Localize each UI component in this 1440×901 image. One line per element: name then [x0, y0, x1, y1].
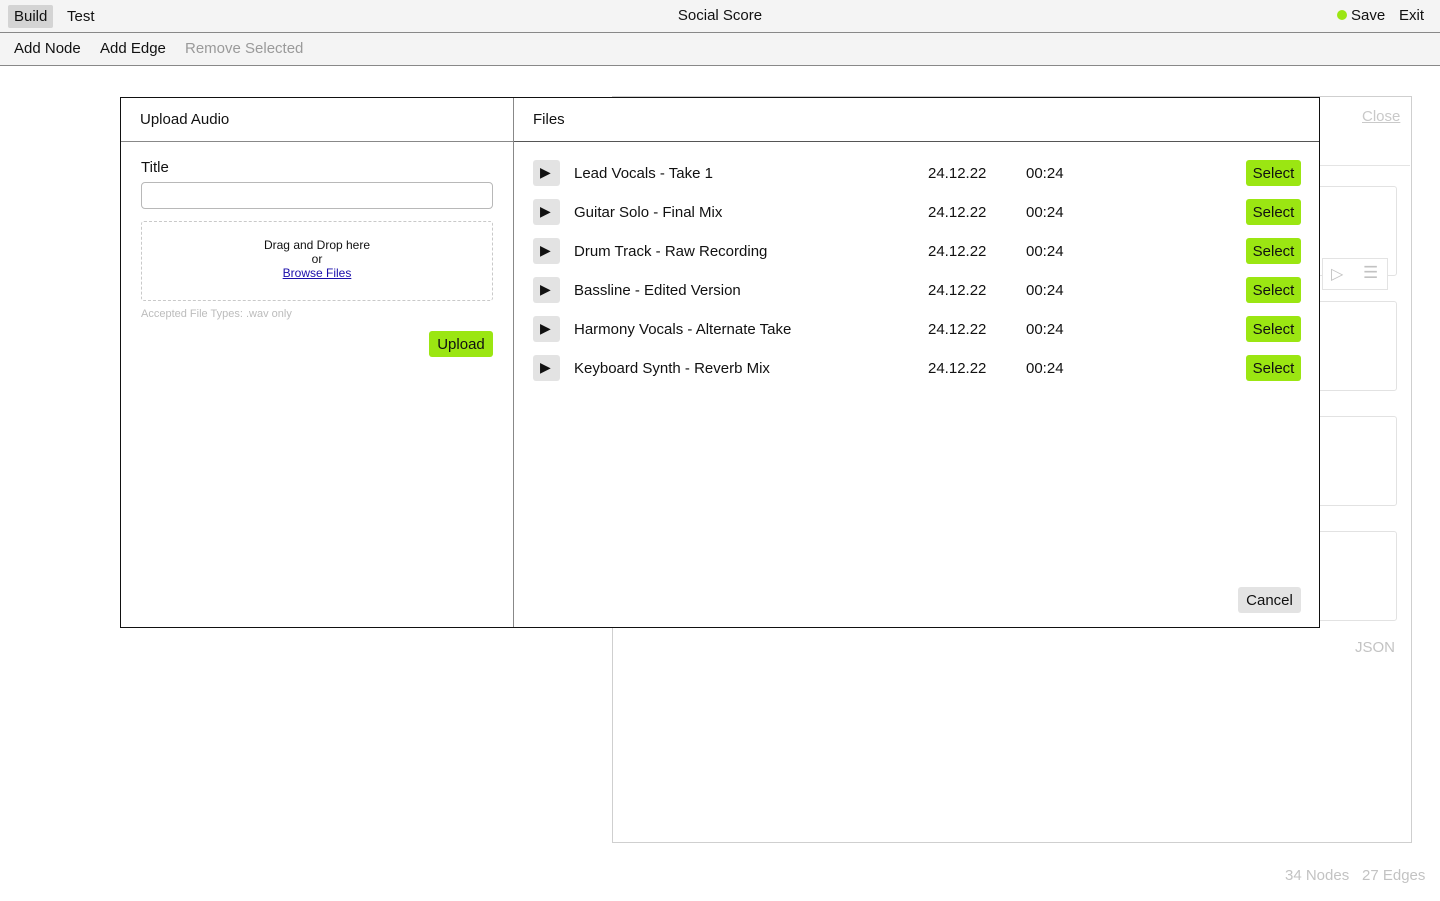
file-name: Keyboard Synth - Reverb Mix: [574, 360, 770, 377]
file-name: Lead Vocals - Take 1: [574, 165, 713, 182]
file-duration: 00:24: [1026, 321, 1064, 338]
file-duration: 00:24: [1026, 165, 1064, 182]
file-date: 24.12.22: [928, 165, 987, 182]
play-button[interactable]: ▶: [533, 160, 560, 186]
file-row: ▶ Guitar Solo - Final Mix 24.12.22 00:24 Sel…: [533, 199, 1301, 225]
node-count: 34 Nodes: [1285, 867, 1350, 884]
play-icon: ▶: [540, 320, 551, 336]
file-row: ▶ Drum Track - Raw Recording 24.12.22 00:24…: [533, 238, 1301, 264]
play-icon: ▶: [540, 242, 551, 258]
file-date: 24.12.22: [928, 243, 987, 260]
play-button[interactable]: ▶: [533, 199, 560, 225]
play-icon: ▶: [540, 203, 551, 219]
play-icon: ▶: [540, 359, 551, 375]
file-row: ▶ Harmony Vocals - Alternate Take 24.12.22…: [533, 316, 1301, 342]
drop-zone-text: Drag and Drop here: [263, 238, 371, 252]
upload-audio-heading: Upload Audio: [121, 98, 513, 142]
select-button[interactable]: Select: [1246, 199, 1301, 225]
file-duration: 00:24: [1026, 204, 1064, 221]
save-label: Save: [1351, 7, 1386, 24]
files-section: Files ▶ Lead Vocals - Take 1 24.12.22 00:24…: [514, 98, 1319, 627]
file-date: 24.12.22: [928, 282, 987, 299]
cancel-button[interactable]: Cancel: [1238, 587, 1301, 613]
play-button[interactable]: ▶: [533, 277, 560, 303]
menu-icon[interactable]: ☰: [1363, 263, 1378, 283]
json-link[interactable]: JSON: [1355, 639, 1395, 656]
select-button[interactable]: Select: [1246, 316, 1301, 342]
files-heading: Files: [514, 98, 1319, 142]
file-name: Bassline - Edited Version: [574, 282, 741, 299]
play-button[interactable]: ▶: [533, 316, 560, 342]
select-button[interactable]: Select: [1246, 160, 1301, 186]
play-icon: ▶: [540, 281, 551, 297]
remove-selected-button[interactable]: Remove Selected: [185, 40, 303, 57]
file-name: Drum Track - Raw Recording: [574, 243, 768, 260]
play-icon: ▶: [540, 164, 551, 180]
file-date: 24.12.22: [928, 321, 987, 338]
select-button[interactable]: Select: [1246, 277, 1301, 303]
file-date: 24.12.22: [928, 204, 987, 221]
drop-zone[interactable]: Drag and Drop here or Browse Files: [141, 221, 493, 301]
file-row: ▶ Lead Vocals - Take 1 24.12.22 00:24 Select: [533, 160, 1301, 186]
add-node-button[interactable]: Add Node: [14, 40, 81, 57]
select-button[interactable]: Select: [1246, 238, 1301, 264]
file-row: ▶ Bassline - Edited Version 24.12.22 00:24 S…: [533, 277, 1301, 303]
file-duration: 00:24: [1026, 282, 1064, 299]
play-button[interactable]: ▶: [533, 238, 560, 264]
drop-zone-or: or: [311, 252, 323, 266]
app-title: Social Score: [677, 7, 763, 24]
upload-button[interactable]: Upload: [429, 331, 493, 357]
play-button[interactable]: ▶: [533, 355, 560, 381]
top-bar: Build Test Social Score Save Exit: [0, 0, 1440, 33]
browse-files-link[interactable]: Browse Files: [283, 266, 352, 280]
panel-divider: [1320, 165, 1410, 166]
file-name: Guitar Solo - Final Mix: [574, 204, 723, 221]
edge-count: 27 Edges: [1362, 867, 1426, 884]
save-button[interactable]: Save: [1337, 7, 1385, 24]
status-dot-icon: [1337, 10, 1347, 20]
audio-modal: Upload Audio Title Drag and Drop here or…: [120, 97, 1320, 628]
play-outline-icon[interactable]: ▷: [1331, 264, 1343, 284]
title-label: Title: [141, 159, 169, 176]
file-date: 24.12.22: [928, 360, 987, 377]
upload-audio-section: Upload Audio Title Drag and Drop here or…: [121, 98, 514, 627]
panel-close-link[interactable]: Close: [1362, 108, 1400, 125]
file-row: ▶ Keyboard Synth - Reverb Mix 24.12.22 00:2…: [533, 355, 1301, 381]
title-input[interactable]: [141, 182, 493, 209]
add-edge-button[interactable]: Add Edge: [100, 40, 166, 57]
file-duration: 00:24: [1026, 243, 1064, 260]
file-name: Harmony Vocals - Alternate Take: [574, 321, 792, 338]
panel-card-controls: ▷ ☰: [1322, 258, 1388, 290]
accepted-types-hint: Accepted File Types: .wav only: [141, 308, 292, 320]
editor-toolbar: Add Node Add Edge Remove Selected: [0, 33, 1440, 66]
exit-button[interactable]: Exit: [1399, 7, 1424, 24]
file-duration: 00:24: [1026, 360, 1064, 377]
select-button[interactable]: Select: [1246, 355, 1301, 381]
